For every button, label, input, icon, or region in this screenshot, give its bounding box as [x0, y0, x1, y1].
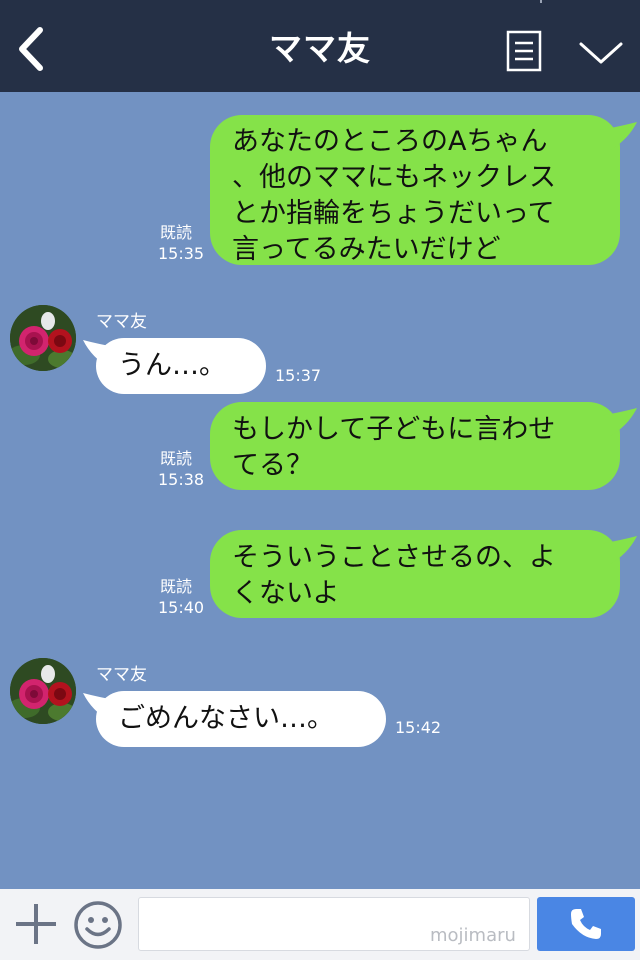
message-text: あなたのところのAちゃん 、他のママにもネックレス とか指輪をちょうだいって 言… [232, 126, 556, 265]
incoming-message-bubble[interactable]: うん…。 [96, 338, 266, 394]
smile-icon[interactable] [73, 900, 123, 950]
message-time: 15:35 [158, 244, 205, 263]
chat-title: ママ友 [269, 29, 371, 68]
message-time: 15:42 [395, 718, 442, 737]
bubble-tail [600, 408, 637, 436]
chevron-down-icon[interactable] [578, 38, 624, 68]
read-receipt: 既読 [160, 223, 193, 242]
rose-avatar-icon [10, 305, 76, 371]
sender-name: ママ友 [96, 312, 147, 332]
bubble-tail [83, 693, 120, 721]
outgoing-message-bubble[interactable]: そういうことさせるの、よ くないよ [210, 530, 620, 618]
message-time: 15:40 [158, 598, 205, 617]
bubble-tail [83, 340, 120, 368]
sender-name: ママ友 [96, 665, 147, 685]
message-time: 15:37 [275, 366, 322, 385]
avatar[interactable] [10, 658, 76, 724]
menu-icon[interactable] [506, 30, 542, 72]
outgoing-message-bubble[interactable]: もしかして子どもに言わせ てる？ [210, 402, 620, 490]
message-text: そういうことさせるの、よ くないよ [232, 542, 556, 609]
read-receipt: 既読 [160, 577, 193, 596]
message-text: ごめんなさい…。 [118, 703, 334, 734]
read-receipt: 既読 [160, 449, 193, 468]
message-time: 15:38 [158, 470, 205, 489]
bubble-tail [600, 536, 637, 564]
outgoing-message-bubble[interactable]: あなたのところのAちゃん 、他のママにもネックレス とか指輪をちょうだいって 言… [210, 115, 620, 265]
rose-avatar-icon [10, 658, 76, 724]
plus-icon[interactable] [14, 902, 58, 946]
message-text: うん…。 [118, 350, 226, 381]
phone-icon[interactable] [568, 906, 604, 942]
bubble-tail [600, 122, 637, 150]
watermark: mojimaru [430, 925, 516, 946]
incoming-message-bubble[interactable]: ごめんなさい…。 [96, 691, 386, 747]
message-text: もしかして子どもに言わせ てる？ [232, 414, 556, 481]
avatar[interactable] [10, 305, 76, 371]
